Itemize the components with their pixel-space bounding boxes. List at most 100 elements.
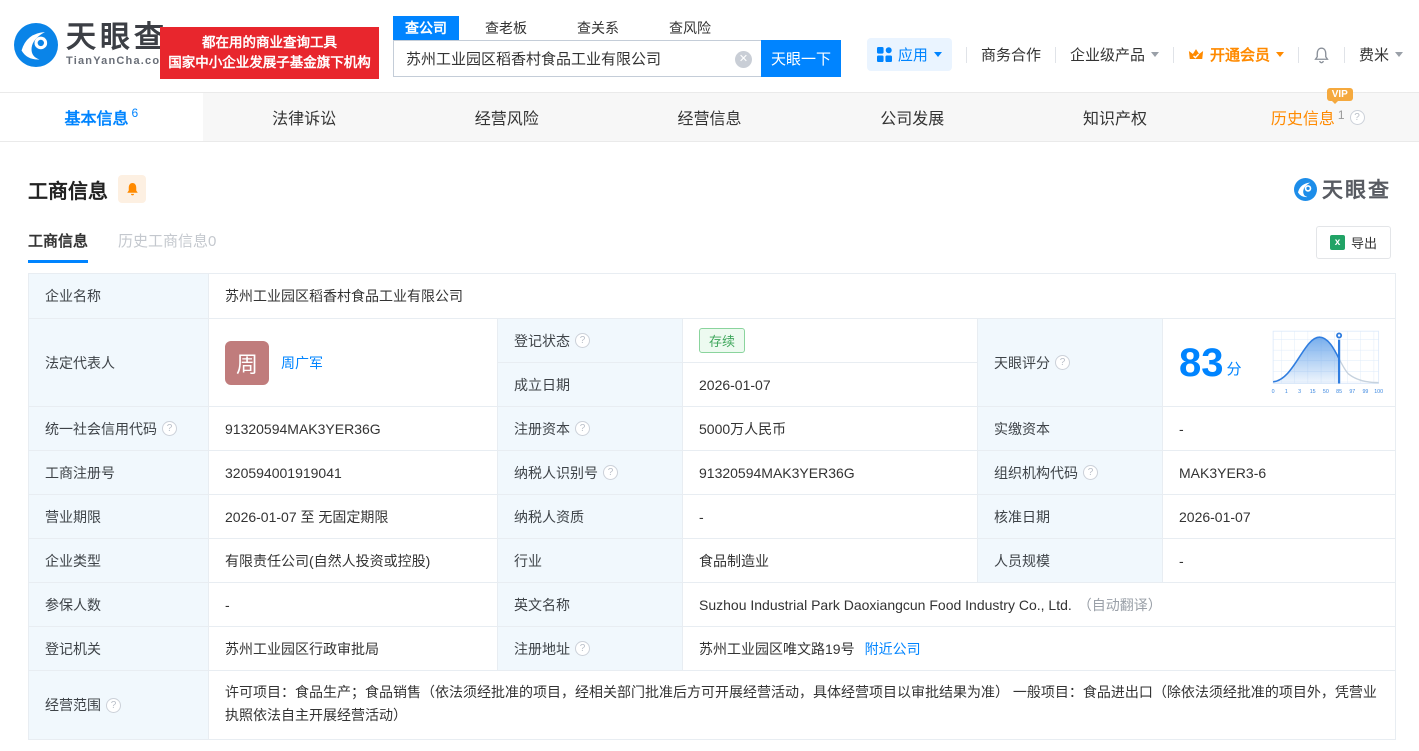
insured-label: 参保人数 xyxy=(29,583,209,627)
reg-status-label: 登记状态 ? xyxy=(498,319,683,363)
chevron-down-icon xyxy=(1395,52,1403,57)
nav-user-menu[interactable]: 费米 xyxy=(1359,44,1403,65)
vip-badge: VIP xyxy=(1327,88,1353,101)
credit-code-label: 统一社会信用代码 ? xyxy=(29,407,209,451)
company-name-value: 苏州工业园区稻香村食品工业有限公司 xyxy=(209,274,1396,319)
search-tab-company[interactable]: 查公司 xyxy=(393,16,459,40)
svg-text:0: 0 xyxy=(1271,389,1274,395)
subtab-history-business-info[interactable]: 历史工商信息0 xyxy=(118,230,216,263)
business-term-value: 2026-01-07 至 无固定期限 xyxy=(209,495,498,539)
subtab-business-info[interactable]: 工商信息 xyxy=(28,230,88,263)
reg-capital-value: 5000万人民币 xyxy=(683,407,978,451)
establish-date-label: 成立日期 xyxy=(498,363,683,407)
search-button[interactable]: 天眼一下 xyxy=(761,40,841,77)
brand-name: 天眼查 xyxy=(66,23,171,53)
reg-number-value: 320594001919041 xyxy=(209,451,498,495)
header-nav: 应用 商务合作 企业级产品 开通会员 xyxy=(867,38,1403,71)
monitor-bell-button[interactable] xyxy=(118,175,146,203)
tianyancha-logo-icon xyxy=(14,23,58,67)
legal-rep-avatar[interactable]: 周 xyxy=(225,341,269,385)
score-value: 83 xyxy=(1179,343,1224,383)
chevron-down-icon xyxy=(1276,52,1284,57)
reg-number-label: 工商注册号 xyxy=(29,451,209,495)
search-tab-boss[interactable]: 查老板 xyxy=(473,16,539,40)
nearby-companies-link[interactable]: 附近公司 xyxy=(865,639,921,659)
svg-text:1: 1 xyxy=(1284,389,1287,395)
staff-size-label: 人员规模 xyxy=(978,539,1163,583)
business-info-table: 企业名称 苏州工业园区稻香村食品工业有限公司 法定代表人 周 周广军 登记状态 … xyxy=(28,273,1396,740)
search-tabs: 查公司 查老板 查关系 查风险 xyxy=(393,16,841,39)
taxpayer-quality-value: - xyxy=(683,495,978,539)
nav-notifications[interactable] xyxy=(1313,46,1330,64)
paid-capital-value: - xyxy=(1163,407,1396,451)
site-logo[interactable]: 天眼查 TianYanCha.com xyxy=(14,23,171,67)
legal-rep-name-link[interactable]: 周广军 xyxy=(281,353,323,373)
credit-code-value: 91320594MAK3YER36G xyxy=(209,407,498,451)
brand-domain: TianYanCha.com xyxy=(66,55,171,67)
tab-history-count: 1 xyxy=(1338,108,1345,122)
help-icon[interactable]: ? xyxy=(106,698,121,713)
taxpayer-id-value: 91320594MAK3YER36G xyxy=(683,451,978,495)
industry-value: 食品制造业 xyxy=(683,539,978,583)
search-area: 查公司 查老板 查关系 查风险 ✕ 天眼一下 xyxy=(393,16,841,77)
help-icon[interactable]: ? xyxy=(575,333,590,348)
tab-operating-risk[interactable]: 经营风险 xyxy=(405,93,608,141)
tab-operating-info[interactable]: 经营信息 xyxy=(608,93,811,141)
auto-translate-note: （自动翻译） xyxy=(1078,595,1162,615)
divider xyxy=(966,47,967,63)
slogan-banner: 都在用的商业查询工具 国家中小企业发展子基金旗下机构 xyxy=(160,27,379,79)
org-code-label: 组织机构代码 ? xyxy=(978,451,1163,495)
clear-search-icon[interactable]: ✕ xyxy=(735,51,752,68)
help-icon[interactable]: ? xyxy=(603,465,618,480)
score-label: 天眼评分 ? xyxy=(978,319,1163,407)
tab-company-development[interactable]: 公司发展 xyxy=(811,93,1014,141)
svg-text:3: 3 xyxy=(1298,389,1301,395)
help-icon[interactable]: ? xyxy=(1083,465,1098,480)
help-icon[interactable]: ? xyxy=(575,421,590,436)
paid-capital-label: 实缴资本 xyxy=(978,407,1163,451)
score-cell[interactable]: 83 分 0 1 xyxy=(1163,319,1396,407)
bell-icon xyxy=(125,181,140,197)
legal-rep-label: 法定代表人 xyxy=(29,319,209,407)
chevron-down-icon xyxy=(1151,52,1159,57)
nav-cooperation[interactable]: 商务合作 xyxy=(981,44,1041,65)
search-input[interactable] xyxy=(394,41,761,76)
tab-history-info[interactable]: 历史信息 VIP 1 ? xyxy=(1216,93,1419,141)
score-unit: 分 xyxy=(1227,358,1242,379)
english-name-value: Suzhou Industrial Park Daoxiangcun Food … xyxy=(683,583,1396,627)
excel-icon: x xyxy=(1330,235,1345,250)
help-icon[interactable]: ? xyxy=(162,421,177,436)
registry-value: 苏州工业园区行政审批局 xyxy=(209,627,498,671)
tianyancha-logo-icon xyxy=(1294,178,1317,201)
slogan-line1: 都在用的商业查询工具 xyxy=(202,33,337,53)
help-icon[interactable]: ? xyxy=(1350,110,1365,125)
watermark-brand: 天眼查 xyxy=(1322,174,1391,204)
watermark-logo: 天眼查 xyxy=(1294,174,1391,204)
nav-open-vip[interactable]: 开通会员 xyxy=(1188,44,1284,65)
tab-basic-info[interactable]: 基本信息 6 xyxy=(0,93,203,141)
search-tab-relation[interactable]: 查关系 xyxy=(565,16,631,40)
svg-text:100: 100 xyxy=(1374,389,1383,395)
reg-capital-label: 注册资本 ? xyxy=(498,407,683,451)
divider xyxy=(1298,47,1299,63)
nav-enterprise[interactable]: 企业级产品 xyxy=(1070,44,1159,65)
tab-intellectual-property[interactable]: 知识产权 xyxy=(1014,93,1217,141)
address-label: 注册地址 ? xyxy=(498,627,683,671)
help-icon[interactable]: ? xyxy=(1055,355,1070,370)
bell-icon xyxy=(1313,46,1330,64)
address-value: 苏州工业园区唯文路19号 附近公司 xyxy=(683,627,1396,671)
company-type-label: 企业类型 xyxy=(29,539,209,583)
help-icon[interactable]: ? xyxy=(575,641,590,656)
nav-apps[interactable]: 应用 xyxy=(867,38,952,71)
divider xyxy=(1173,47,1174,63)
export-button[interactable]: x 导出 xyxy=(1316,226,1391,259)
vip-crown-icon xyxy=(1188,47,1204,62)
company-name-label: 企业名称 xyxy=(29,274,209,319)
reg-status-value: 存续 xyxy=(683,319,978,363)
tab-legal[interactable]: 法律诉讼 xyxy=(203,93,406,141)
section-title: 工商信息 xyxy=(28,175,108,204)
chevron-down-icon xyxy=(934,52,942,57)
search-tab-risk[interactable]: 查风险 xyxy=(657,16,723,40)
tab-basic-count: 6 xyxy=(132,106,139,120)
english-name-label: 英文名称 xyxy=(498,583,683,627)
